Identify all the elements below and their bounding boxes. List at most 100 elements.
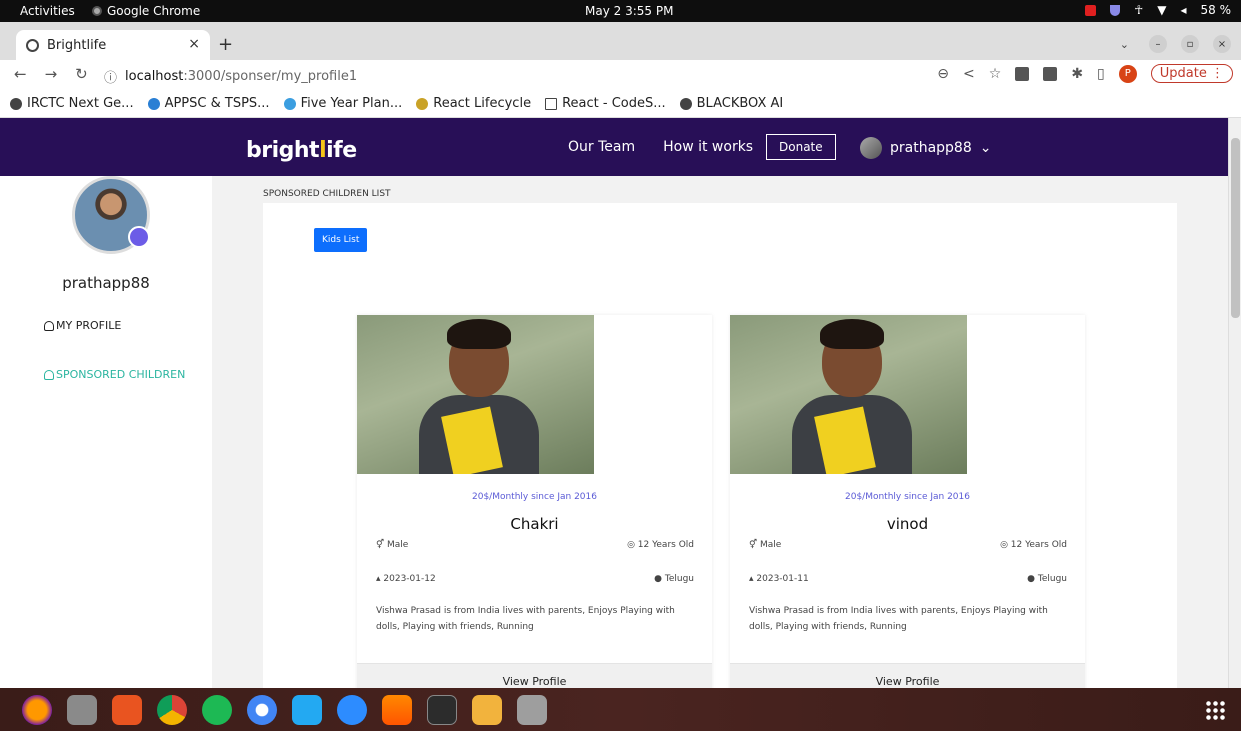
maximize-button[interactable]: ▫ — [1181, 35, 1199, 53]
nav-how-it-works[interactable]: How it works — [663, 139, 753, 155]
chat-icon: ● — [1027, 574, 1038, 584]
sidebar-username: prathapp88 — [62, 274, 150, 292]
donate-button[interactable]: Donate — [766, 134, 836, 160]
extension-icon[interactable] — [1043, 66, 1058, 81]
reload-icon[interactable]: ↻ — [75, 65, 88, 83]
bookmark-label: React Lifecycle — [433, 96, 532, 111]
extensions-puzzle-icon[interactable]: ✱ — [1071, 66, 1083, 82]
minimize-button[interactable]: – — [1149, 35, 1167, 53]
photo-hair — [820, 319, 884, 349]
image-viewer-icon[interactable] — [472, 694, 502, 725]
bookmark-label: BLACKBOX AI — [696, 96, 784, 111]
page-scrollbar[interactable] — [1228, 118, 1241, 688]
view-profile-button[interactable]: View Profile — [357, 663, 712, 688]
url-host: localhost — [125, 69, 184, 84]
bookmark-item[interactable]: BLACKBOX AI — [679, 96, 784, 111]
new-tab-button[interactable]: + — [218, 34, 233, 55]
software-icon[interactable] — [112, 694, 142, 725]
child-description: Vishwa Prasad is from India lives with p… — [749, 606, 1048, 632]
update-button[interactable]: Update ⋮ — [1150, 64, 1233, 83]
sidebar-item-label: SPONSORED CHILDREN — [56, 368, 186, 381]
child-photo — [357, 315, 594, 474]
terminal-icon[interactable] — [427, 694, 457, 725]
sidebar-item-my-profile[interactable]: MY PROFILE — [44, 319, 121, 332]
bookmark-favicon — [283, 97, 296, 110]
spotify-icon[interactable] — [202, 694, 232, 725]
app-grid-icon[interactable] — [1205, 700, 1225, 720]
url-path: :3000/sponser/my_profile1 — [183, 69, 358, 84]
site-header: brightlife Our Team How it works Donate … — [0, 118, 1228, 176]
wifi-icon: ▼ — [1157, 3, 1167, 17]
photo-hair — [447, 319, 511, 349]
chrome-icon[interactable] — [157, 694, 187, 725]
child-name: vinod — [886, 515, 929, 533]
user-menu[interactable]: prathapp88 ⌄ — [860, 137, 992, 159]
bookmark-item[interactable]: Five Year Plan... — [283, 96, 402, 111]
nav-our-team[interactable]: Our Team — [568, 139, 635, 155]
bookmark-favicon — [147, 97, 160, 110]
trash-icon[interactable] — [517, 694, 547, 725]
back-icon[interactable]: ← — [14, 65, 27, 83]
vlc-icon[interactable] — [382, 694, 412, 725]
vscode-icon[interactable] — [292, 694, 322, 725]
globe-icon — [679, 97, 692, 110]
tab-search-icon[interactable]: ⌄ — [1120, 38, 1129, 51]
tab-strip: Brightlife × + ⌄ – ▫ × — [0, 22, 1241, 60]
firefox-icon[interactable] — [22, 694, 52, 725]
bookmark-item[interactable]: React - CodeS... — [545, 96, 666, 111]
child-info-row: ⚥ Male ◎ 12 Years Old — [749, 540, 1067, 550]
files-icon[interactable] — [67, 694, 97, 725]
bookmark-item[interactable]: React Lifecycle — [416, 96, 531, 111]
bookmark-favicon — [416, 97, 429, 110]
bookmarks-bar: IRCTC Next Ge... APPSC & TSPS... Five Ye… — [0, 90, 1241, 118]
bookmark-label: React - CodeS... — [562, 96, 666, 111]
extension-icon[interactable] — [1015, 66, 1030, 81]
gender-value: Male — [387, 540, 409, 550]
age-value: 12 Years Old — [637, 540, 694, 550]
child-card: 20$/Monthly since Jan 2016 vinod ⚥ Male … — [730, 315, 1085, 688]
zoom-icon[interactable]: ⊖ — [937, 66, 949, 82]
child-name: Chakri — [510, 515, 559, 533]
language-field: ● Telugu — [654, 574, 694, 584]
age-icon: ◎ — [1000, 540, 1011, 550]
age-value: 12 Years Old — [1010, 540, 1067, 550]
side-panel-icon[interactable]: ▯ — [1097, 66, 1105, 82]
child-info-row: ⚥ Male ◎ 12 Years Old — [376, 540, 694, 550]
sponsorship-price: 20$/Monthly since Jan 2016 — [472, 492, 597, 502]
page-title: SPONSORED CHILDREN LIST — [263, 189, 391, 199]
browser-tab[interactable]: Brightlife × — [16, 30, 210, 60]
close-icon[interactable]: × — [188, 36, 200, 52]
nav-buttons: ← → ↻ — [14, 65, 88, 83]
child-info-row: ▴ 2023-01-12 ● Telugu — [376, 574, 694, 584]
language-value: Telugu — [1037, 574, 1067, 584]
chromium-icon[interactable] — [247, 694, 277, 725]
share-icon[interactable]: < — [963, 66, 975, 82]
bookmark-item[interactable]: APPSC & TSPS... — [147, 96, 270, 111]
bookmark-item[interactable]: IRCTC Next Ge... — [10, 96, 134, 111]
site-logo[interactable]: brightlife — [246, 138, 357, 163]
child-description: Vishwa Prasad is from India lives with p… — [376, 606, 675, 632]
gender-field: ⚥ Male — [749, 540, 781, 550]
view-profile-button[interactable]: View Profile — [730, 663, 1085, 688]
system-tray[interactable]: ☥ ▼ ◂ 58 % — [1085, 3, 1231, 17]
globe-icon — [26, 38, 39, 52]
clock[interactable]: May 2 3:55 PM — [585, 4, 673, 18]
bookmark-star-icon[interactable]: ☆ — [989, 66, 1002, 82]
children-panel: Kids List 20$/Monthly since Jan 2016 Cha… — [263, 203, 1177, 688]
chrome-icon — [92, 6, 102, 16]
kids-list-button[interactable]: Kids List — [314, 228, 368, 252]
url-field[interactable]: ⓘ localhost:3000/sponser/my_profile1 — [104, 67, 357, 86]
app-menu[interactable]: Google Chrome — [92, 4, 200, 18]
activities-button[interactable]: Activities — [20, 4, 75, 18]
profile-avatar[interactable]: P — [1118, 64, 1137, 83]
dob-value: 2023-01-11 — [756, 574, 809, 584]
toolbar-right: ⊖ < ☆ ✱ ▯ P Update ⋮ — [937, 64, 1233, 83]
camera-icon[interactable] — [128, 226, 150, 248]
sidebar-item-sponsored-children[interactable]: SPONSORED CHILDREN — [44, 368, 185, 381]
info-icon[interactable]: ⓘ — [104, 67, 117, 86]
scrollbar-thumb[interactable] — [1231, 138, 1240, 318]
close-window-button[interactable]: × — [1213, 35, 1231, 53]
zoom-icon[interactable] — [337, 694, 367, 725]
sidebar-item-label: MY PROFILE — [56, 319, 122, 332]
forward-icon[interactable]: → — [45, 65, 58, 83]
